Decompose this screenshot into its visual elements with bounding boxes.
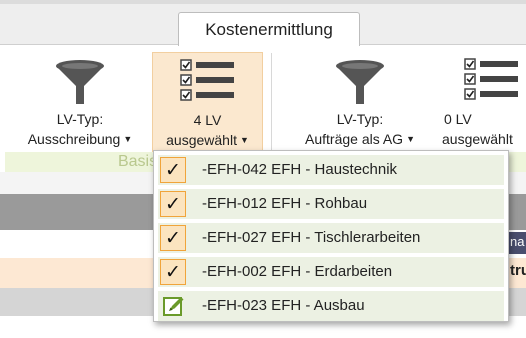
lvtyp-label: LV-Typ: bbox=[336, 111, 384, 127]
funnel-icon bbox=[56, 60, 104, 104]
lvtyp-value: Ausschreibung bbox=[27, 131, 121, 147]
lv-item-label: -EFH-042 EFH - Haustechnik bbox=[202, 161, 398, 178]
lvtyp-ausschreibung-button[interactable]: LV-Typ: Ausschreibung ▼ bbox=[10, 52, 150, 152]
lvtyp-label: LV-Typ: bbox=[56, 111, 104, 127]
caret-down-icon: ▼ bbox=[406, 134, 415, 144]
lv-item-label: -EFH-012 EFH - Rohbau bbox=[202, 195, 368, 212]
caret-down-icon: ▼ bbox=[123, 134, 133, 144]
checkmark-icon[interactable]: ✓ bbox=[160, 259, 186, 285]
list-check-icon bbox=[180, 59, 234, 101]
column-header-label: na bbox=[510, 234, 525, 249]
checkmark-icon[interactable]: ✓ bbox=[160, 191, 186, 217]
lv-selected-label: ausgewählt bbox=[442, 131, 513, 147]
list-check-icon bbox=[464, 58, 518, 100]
lv-item-haustechnik[interactable]: ✓ -EFH-042 EFH - Haustechnik bbox=[158, 155, 504, 185]
lv-item-erdarbeiten[interactable]: ✓ -EFH-002 EFH - Erdarbeiten bbox=[158, 257, 504, 287]
ribbon-separator bbox=[271, 53, 272, 151]
checkmark-icon[interactable]: ✓ bbox=[160, 157, 186, 183]
tab-kostenermittlung[interactable]: Kostenermittlung bbox=[178, 12, 360, 46]
lv-item-tischlerarbeiten[interactable]: ✓ -EFH-027 EFH - Tischlerarbeiten bbox=[158, 223, 504, 253]
lv-count-label: 4 LV bbox=[193, 112, 222, 128]
caret-down-icon: ▼ bbox=[239, 135, 249, 145]
lv-item-ausbau[interactable]: -EFH-023 EFH - Ausbau bbox=[158, 291, 504, 321]
edit-icon[interactable] bbox=[163, 295, 185, 317]
window-top-border bbox=[0, 0, 526, 4]
lvtyp-value: Aufträge als AG bbox=[305, 131, 404, 147]
lv-item-label: -EFH-027 EFH - Tischlerarbeiten bbox=[202, 229, 421, 246]
lv-selection-button-2[interactable]: 0 LV ausgewählt bbox=[438, 52, 526, 152]
checkmark-icon[interactable]: ✓ bbox=[160, 225, 186, 251]
lv-item-label: -EFH-023 EFH - Ausbau bbox=[202, 297, 365, 314]
lv-count-label: 0 LV bbox=[444, 111, 472, 127]
lv-selected-label: ausgewählt bbox=[166, 132, 237, 148]
lv-item-rohbau[interactable]: ✓ -EFH-012 EFH - Rohbau bbox=[158, 189, 504, 219]
funnel-icon bbox=[336, 60, 384, 104]
lv-selection-dropdown: ✓ -EFH-042 EFH - Haustechnik ✓ -EFH-012 … bbox=[153, 150, 509, 322]
row-text: tru bbox=[510, 262, 526, 279]
lvtyp-auftraege-button[interactable]: LV-Typ: Aufträge als AG ▼ bbox=[290, 52, 430, 152]
lv-item-label: -EFH-002 EFH - Erdarbeiten bbox=[202, 263, 393, 280]
lv-selection-button[interactable]: 4 LV ausgewählt ▼ bbox=[152, 52, 263, 152]
